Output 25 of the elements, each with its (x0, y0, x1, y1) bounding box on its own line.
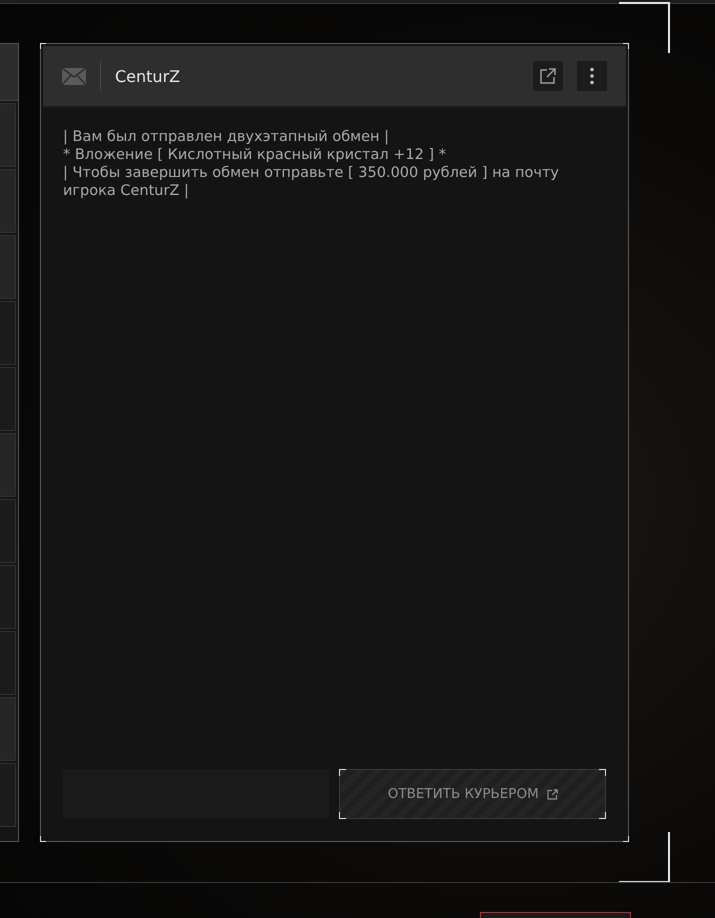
corner-bracket (619, 832, 670, 883)
list-item[interactable] (0, 367, 16, 431)
external-link-icon (539, 67, 557, 85)
more-options-button[interactable] (577, 61, 607, 91)
list-item[interactable] (0, 433, 16, 497)
list-item[interactable] (0, 169, 16, 233)
list-header (0, 44, 18, 101)
list-item[interactable] (0, 697, 16, 761)
external-link-icon (546, 788, 558, 800)
open-external-button[interactable] (533, 61, 563, 91)
more-icon (590, 67, 594, 85)
list-item[interactable] (0, 103, 16, 167)
message-line: * Вложение [ Кислотный красный кристал +12 ] * (63, 146, 447, 164)
list-item[interactable] (0, 565, 16, 629)
list-item[interactable] (0, 499, 16, 563)
reply-courier-button[interactable]: ОТВЕТИТЬ КУРЬЕРОМ (339, 769, 606, 819)
sender-name: CenturZ (115, 66, 182, 86)
corner-bracket (619, 2, 670, 53)
list-item[interactable] (0, 631, 16, 695)
mail-icon (62, 68, 86, 84)
message-line: | Чтобы завершить обмен отправьте [ 350.000 рублей ] на почту игрока CenturZ | (63, 164, 560, 200)
list-item[interactable] (0, 235, 16, 299)
list-item[interactable] (0, 763, 16, 827)
message-line: | Вам был отправлен двухэтапный обмен | (63, 128, 390, 146)
list-item[interactable] (0, 301, 16, 365)
